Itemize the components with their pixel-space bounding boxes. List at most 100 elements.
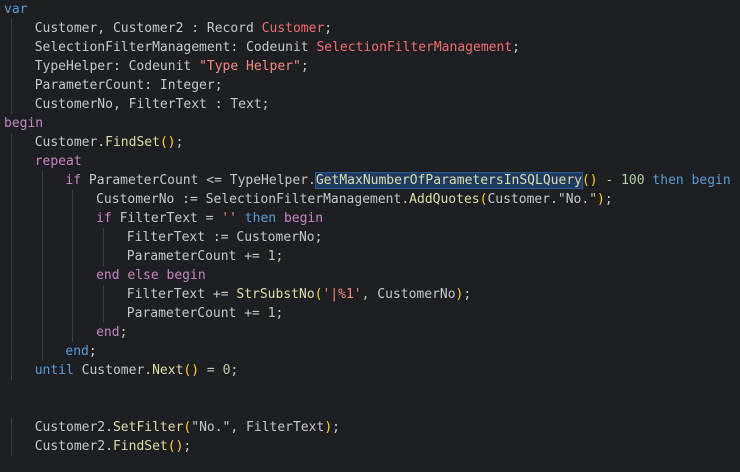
code-token: TypeHelper: Codeunit xyxy=(34,59,200,74)
code-token: then xyxy=(236,211,284,226)
code-line[interactable]: SelectionFilterManagement: Codeunit Sele… xyxy=(0,38,740,57)
code-token: if xyxy=(65,173,89,188)
code-token: ; xyxy=(183,439,192,454)
code-line[interactable]: begin xyxy=(0,114,740,133)
code-token: FilterText = xyxy=(119,211,222,226)
code-line[interactable]: if FilterText = '' then begin xyxy=(0,209,740,228)
code-line[interactable]: Customer, Customer2 : Record Customer; xyxy=(0,19,740,38)
code-token: var xyxy=(4,2,28,17)
code-line[interactable]: CustomerNo := SelectionFilterManagement.… xyxy=(0,190,740,209)
code-line[interactable]: var xyxy=(0,0,740,19)
code-line[interactable]: Customer2.SetFilter("No.", FilterText); xyxy=(0,418,740,437)
code-line[interactable]: Customer2.FindSet(); xyxy=(0,437,740,456)
indent-guide xyxy=(11,304,12,323)
code-token: Customer2. xyxy=(34,439,113,454)
code-token: Customer xyxy=(261,21,325,36)
code-token: FindSet xyxy=(105,135,160,150)
code-token: FindSet xyxy=(112,439,168,454)
code-token: () xyxy=(159,135,176,150)
code-editor[interactable]: var Customer, Customer2 : Record Customer… xyxy=(0,0,740,472)
code-token: SetFilter xyxy=(112,420,184,435)
code-token: , CustomerNo xyxy=(361,287,456,302)
code-token: = xyxy=(199,363,223,378)
code-token: ParameterCount += xyxy=(126,249,268,264)
code-token: if xyxy=(96,211,120,226)
code-token: () xyxy=(167,439,184,454)
code-token: () xyxy=(581,173,598,188)
code-token: then begin xyxy=(644,173,731,188)
code-token: ; xyxy=(119,325,128,340)
code-token: 100 xyxy=(621,173,645,188)
indent-guide xyxy=(11,361,12,380)
code-token: ; xyxy=(332,420,340,435)
code-token: "No.", FilterText xyxy=(191,420,325,435)
indent-guide xyxy=(11,57,12,76)
indent-guide xyxy=(11,95,12,114)
code-token: ; xyxy=(463,287,472,302)
code-line[interactable]: end else begin xyxy=(0,266,740,285)
indent-guide xyxy=(11,285,12,304)
code-token: SelectionFilterManagement: Codeunit xyxy=(34,40,317,55)
code-line[interactable]: repeat xyxy=(0,152,740,171)
indent-guide xyxy=(41,209,43,228)
indent-guide xyxy=(41,323,43,342)
indent-guide xyxy=(103,304,105,323)
code-line[interactable]: Customer.FindSet(); xyxy=(0,133,740,152)
code-line[interactable]: ParameterCount += 1; xyxy=(0,247,740,266)
code-token: ; xyxy=(275,306,284,321)
indent-guide xyxy=(11,437,12,456)
code-line[interactable] xyxy=(0,380,740,399)
indent-guide xyxy=(72,247,74,266)
code-line[interactable]: FilterText += StrSubstNo('|%1', Customer… xyxy=(0,285,740,304)
code-token: 1 xyxy=(267,306,276,321)
indent-guide xyxy=(11,76,12,95)
indent-guide xyxy=(72,285,74,304)
indent-guide xyxy=(103,285,105,304)
code-token: SelectionFilterManagement xyxy=(316,40,513,55)
code-token: - xyxy=(597,173,622,188)
indent-guide xyxy=(72,266,74,285)
code-token: FilterText += xyxy=(126,287,237,302)
indent-guide xyxy=(72,323,74,342)
code-line[interactable]: TypeHelper: Codeunit "Type Helper"; xyxy=(0,57,740,76)
code-line[interactable]: CustomerNo, FilterText : Text; xyxy=(0,95,740,114)
code-token: CustomerNo := SelectionFilterManagement. xyxy=(96,192,410,207)
code-line[interactable]: ParameterCount += 1; xyxy=(0,304,740,323)
indent-guide xyxy=(72,304,74,323)
code-token: Customer2. xyxy=(34,420,113,435)
code-token: ; xyxy=(512,40,520,55)
code-token: GetMaxNumberOfParametersInSQLQuery xyxy=(314,172,583,189)
code-token: begin xyxy=(283,211,324,226)
indent-guide xyxy=(11,190,12,209)
code-line[interactable]: end; xyxy=(0,323,740,342)
code-line[interactable]: end; xyxy=(0,342,740,361)
code-token: ; xyxy=(88,344,97,359)
code-token: ; xyxy=(604,192,613,207)
indent-guide xyxy=(41,342,43,361)
indent-guide xyxy=(11,171,12,190)
code-token: '' xyxy=(221,211,237,226)
indent-guide xyxy=(11,418,12,437)
code-line[interactable]: ParameterCount: Integer; xyxy=(0,76,740,95)
indent-guide xyxy=(41,190,43,209)
code-token: end xyxy=(96,325,120,340)
code-token: end else begin xyxy=(96,268,206,283)
code-token: Customer. xyxy=(34,135,106,150)
code-line[interactable] xyxy=(0,399,740,418)
code-token: ) xyxy=(324,420,333,435)
code-token: Customer, Customer2 : Record xyxy=(34,21,262,36)
code-line[interactable]: if ParameterCount <= TypeHelper.GetMaxNu… xyxy=(0,171,740,190)
code-token: ; xyxy=(175,135,184,150)
indent-guide xyxy=(11,152,12,171)
code-line[interactable]: FilterText := CustomerNo; xyxy=(0,228,740,247)
indent-guide xyxy=(103,228,105,247)
code-token: CustomerNo, FilterText : Text; xyxy=(34,97,270,112)
code-token: Customer. xyxy=(81,363,153,378)
code-line[interactable]: until Customer.Next() = 0; xyxy=(0,361,740,380)
indent-guide xyxy=(11,133,12,152)
indent-guide xyxy=(11,38,12,57)
code-token: ParameterCount: Integer; xyxy=(34,78,223,93)
indent-guide xyxy=(41,266,43,285)
code-token: ; xyxy=(275,249,284,264)
indent-guide xyxy=(41,228,43,247)
